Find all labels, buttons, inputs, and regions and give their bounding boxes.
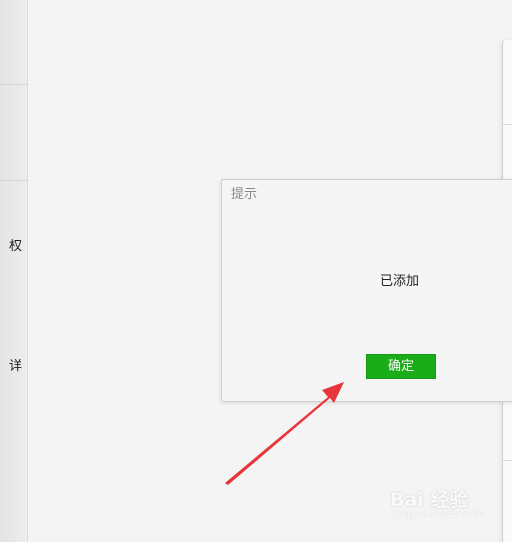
alert-dialog: 提示 已添加 确定 <box>221 179 512 402</box>
sidebar-item-fragment[interactable]: 权 <box>0 239 22 255</box>
panel-divider <box>503 124 512 125</box>
dialog-title: 提示 <box>231 187 258 202</box>
dialog-message: 已添加 <box>380 274 420 289</box>
sidebar-item-fragment[interactable]: 详 <box>0 359 22 375</box>
watermark-url: jingyan.baidu.com <box>392 509 485 520</box>
sidebar-divider <box>0 180 28 181</box>
confirm-button[interactable]: 确定 <box>366 354 436 379</box>
left-sidebar: 权 详 <box>0 0 28 542</box>
panel-divider <box>503 460 512 461</box>
sidebar-divider <box>0 84 28 85</box>
watermark: Bai 经验 jingyan.baidu.com <box>390 484 490 528</box>
watermark-logo-text: Bai 经验 <box>390 489 469 511</box>
screenshot-canvas: 权 详 提示 已添加 确定 Bai 经验 jingyan.baidu.com <box>0 0 512 542</box>
